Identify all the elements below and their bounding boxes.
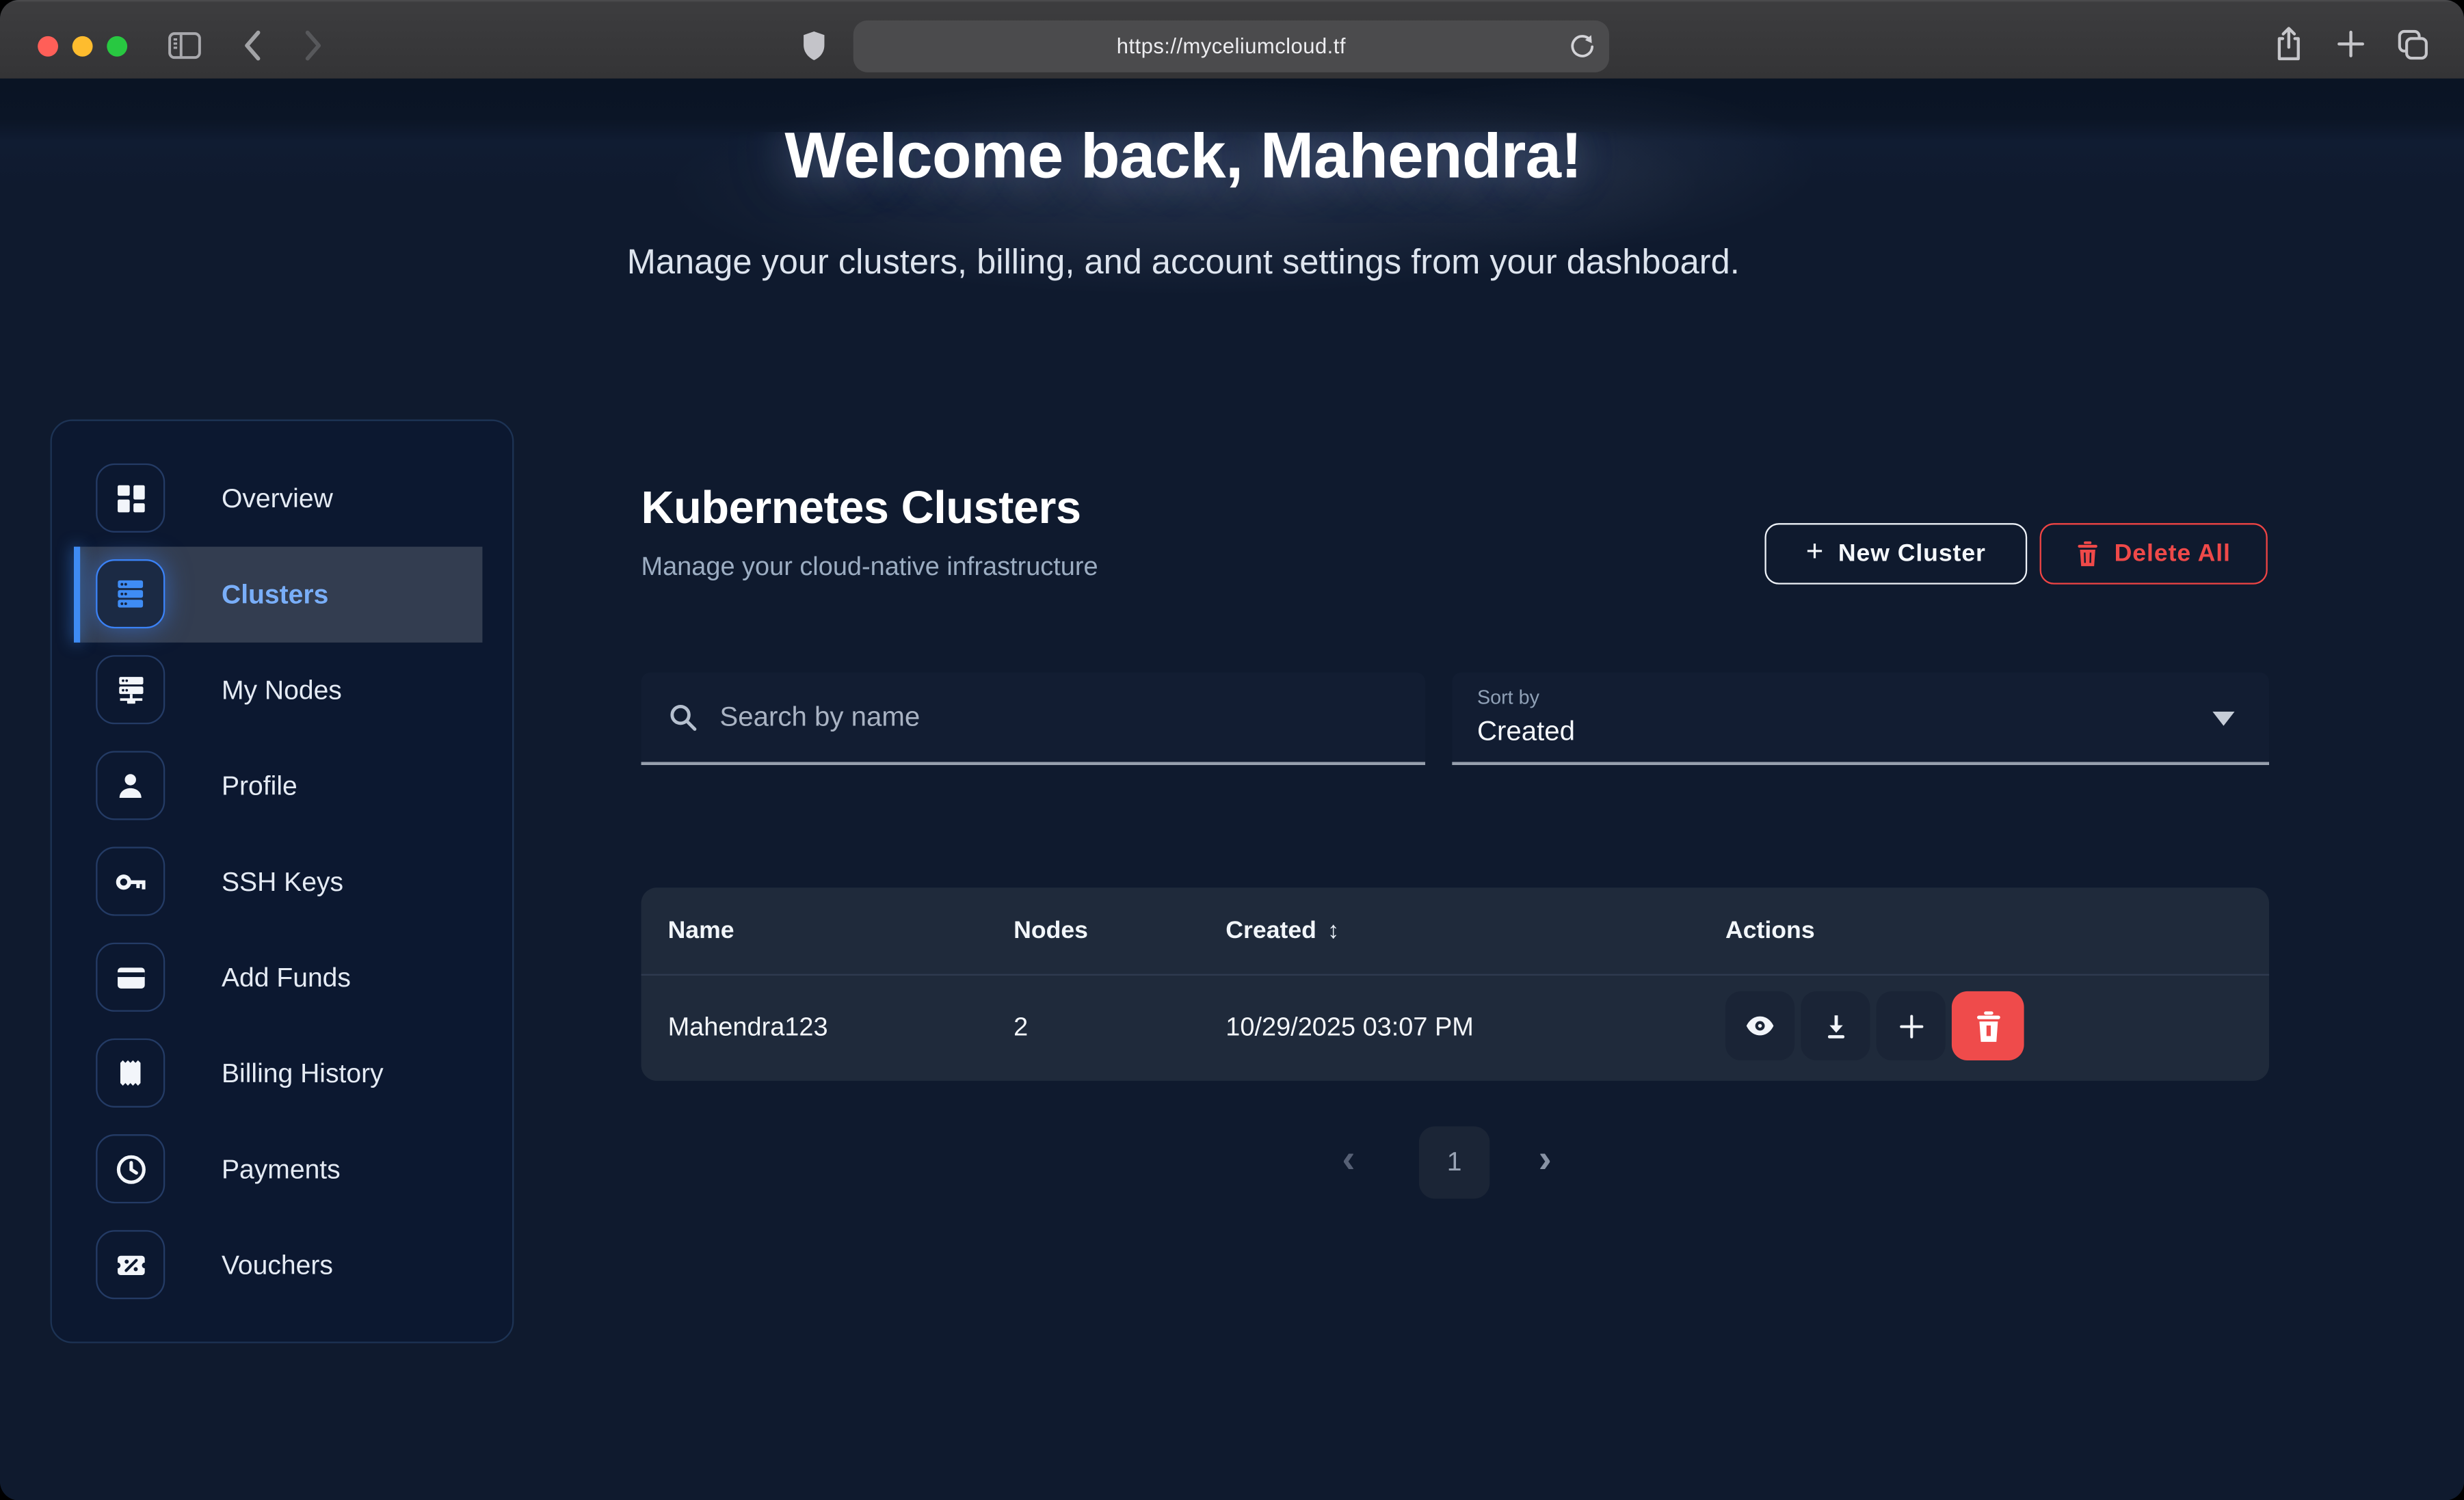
trash-icon (1973, 1009, 2003, 1042)
browser-window: https://myceliumcloud.tf (0, 0, 2464, 1500)
close-window-button[interactable] (38, 36, 58, 56)
page-subtitle: Manage your cloud-native infrastructure (641, 553, 1098, 583)
sidebar-item-profile[interactable]: Profile (52, 738, 512, 834)
download-kubeconfig-button[interactable] (1801, 991, 1870, 1060)
screen: https://myceliumcloud.tf (0, 0, 2464, 1500)
sidebar-nav: Overview (52, 421, 512, 1342)
eye-icon (1743, 1008, 1777, 1043)
welcome-heading: Welcome back, Mahendra! (0, 132, 2367, 193)
person-icon (96, 751, 165, 820)
sort-value: Created (1477, 715, 1575, 748)
plus-icon: + (1806, 535, 1824, 570)
sidebar-item-clusters[interactable]: Clusters (52, 547, 512, 643)
chevron-down-icon (2212, 712, 2234, 726)
tab-overview-icon[interactable] (2395, 27, 2431, 63)
sidebar-item-billing-history[interactable]: Billing History (52, 1026, 512, 1121)
sidebar-toggle-icon[interactable] (167, 30, 203, 62)
add-node-button[interactable] (1877, 991, 1946, 1060)
column-header-actions: Actions (1725, 887, 1815, 974)
page-title: Kubernetes Clusters (641, 484, 1081, 536)
sidebar-item-label: Add Funds (222, 930, 351, 1026)
trash-icon (2077, 540, 2100, 567)
sidebar: Overview (51, 420, 514, 1343)
pagination-current-page[interactable]: 1 (1419, 1127, 1489, 1199)
search-icon (666, 701, 699, 734)
url-text: https://myceliumcloud.tf (1117, 35, 1346, 58)
cell-cluster-name: Mahendra123 (668, 974, 828, 1081)
server-stack-icon (96, 559, 165, 628)
sort-select[interactable]: Sort by Created (1452, 672, 2269, 765)
share-icon[interactable] (2273, 25, 2305, 63)
welcome-subtitle: Manage your clusters, billing, and accou… (0, 242, 2367, 283)
server-network-icon (96, 655, 165, 724)
new-cluster-label: New Cluster (1838, 539, 1986, 567)
active-item-bar (74, 547, 80, 643)
clock-icon (96, 1134, 165, 1203)
dashboard-page: Welcome back, Mahendra! Manage your clus… (0, 79, 2464, 1500)
sidebar-item-label: Profile (222, 738, 297, 834)
sort-label: Sort by (1477, 686, 1539, 708)
cell-cluster-created: 10/29/2025 03:07 PM (1226, 974, 1474, 1081)
clusters-table: Name Nodes Created ↕ Actions Mahendra123… (641, 887, 2270, 1081)
new-cluster-button[interactable]: + New Cluster (1764, 523, 2027, 585)
sidebar-item-add-funds[interactable]: Add Funds (52, 930, 512, 1026)
search-field[interactable] (641, 672, 1426, 765)
sidebar-item-my-nodes[interactable]: My Nodes (52, 643, 512, 738)
privacy-shield-icon[interactable] (802, 30, 827, 62)
sidebar-item-label: Payments (222, 1122, 341, 1218)
sidebar-item-label: SSH Keys (222, 834, 343, 930)
key-icon (96, 847, 165, 916)
ticket-percent-icon (96, 1230, 165, 1299)
minimize-window-button[interactable] (72, 36, 93, 56)
plus-icon (1894, 1009, 1927, 1042)
zoom-window-button[interactable] (107, 36, 127, 56)
sort-updown-icon: ↕ (1327, 918, 1339, 944)
sidebar-item-label: Overview (222, 451, 333, 546)
browser-toolbar: https://myceliumcloud.tf (0, 0, 2464, 80)
back-button[interactable] (239, 28, 267, 63)
receipt-icon (96, 1039, 165, 1108)
pagination-prev-button[interactable]: ‹ (1342, 1138, 1355, 1183)
reload-icon[interactable] (1568, 31, 1595, 69)
forward-button[interactable] (299, 28, 327, 63)
column-header-created[interactable]: Created ↕ (1226, 887, 1339, 974)
pagination-next-button[interactable]: › (1539, 1138, 1552, 1183)
view-cluster-button[interactable] (1725, 991, 1794, 1060)
search-input[interactable] (717, 699, 1351, 736)
credit-card-icon (96, 943, 165, 1012)
delete-cluster-button[interactable] (1952, 991, 2024, 1060)
sidebar-item-vouchers[interactable]: Vouchers (52, 1218, 512, 1313)
hero-heading-wrap: Welcome back, Mahendra! (0, 132, 2367, 223)
sidebar-item-payments[interactable]: Payments (52, 1122, 512, 1218)
sidebar-item-label: Clusters (222, 547, 328, 643)
sidebar-item-overview[interactable]: Overview (52, 451, 512, 546)
sidebar-item-label: Billing History (222, 1026, 384, 1121)
dashboard-grid-icon (96, 464, 165, 533)
sidebar-item-ssh-keys[interactable]: SSH Keys (52, 834, 512, 930)
created-header-label: Created (1226, 917, 1316, 945)
download-icon (1819, 1009, 1852, 1042)
delete-all-button[interactable]: Delete All (2040, 523, 2268, 585)
sidebar-item-label: Vouchers (222, 1218, 333, 1313)
delete-all-label: Delete All (2115, 539, 2231, 567)
sidebar-item-label: My Nodes (222, 643, 342, 738)
new-tab-icon[interactable] (2335, 28, 2367, 59)
column-header-nodes: Nodes (1014, 887, 1088, 974)
cell-cluster-nodes: 2 (1014, 974, 1028, 1081)
address-bar[interactable]: https://myceliumcloud.tf (853, 21, 1609, 72)
column-header-name: Name (668, 887, 734, 974)
